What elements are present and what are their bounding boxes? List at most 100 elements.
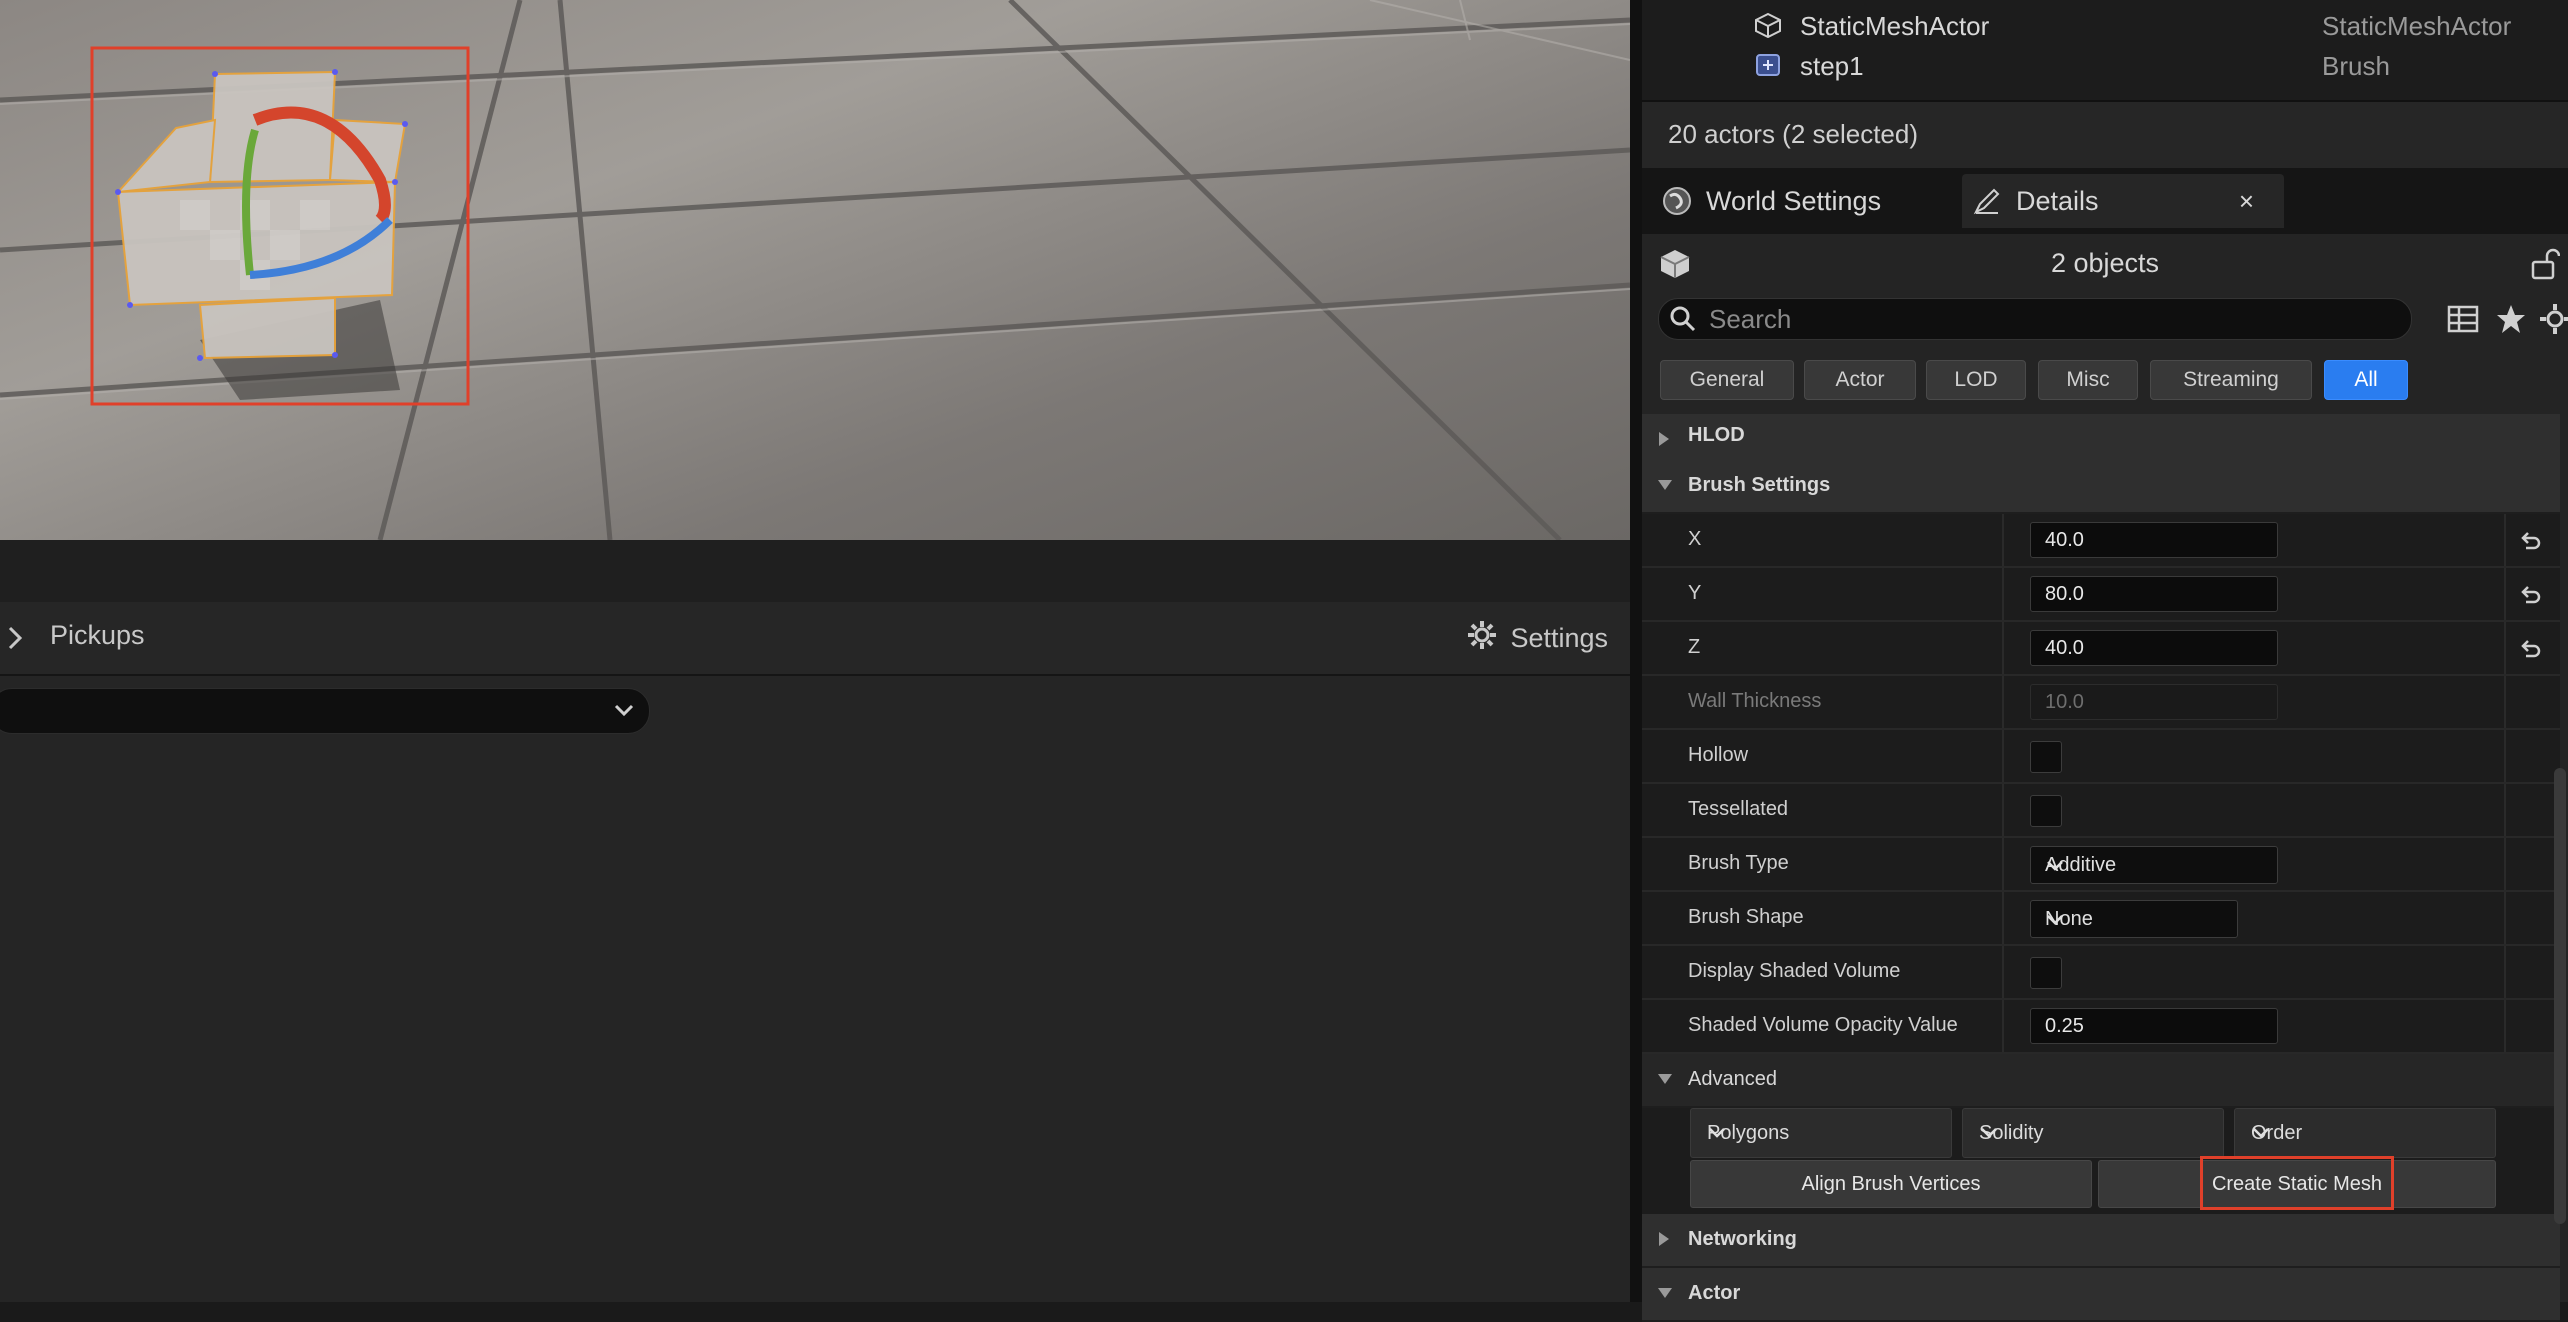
- star-icon[interactable]: [2494, 302, 2528, 336]
- property-label: Brush Type: [1688, 852, 1789, 874]
- column-divider: [2002, 1000, 2004, 1052]
- pencil-icon: [1972, 186, 2002, 216]
- column-divider: [2002, 784, 2004, 836]
- category-networking[interactable]: Networking: [1642, 1214, 2560, 1268]
- shaded-volume-opacity-field[interactable]: 0.25: [2030, 1008, 2278, 1044]
- tab-world-settings[interactable]: World Settings: [1652, 174, 1962, 228]
- gear-icon[interactable]: [2538, 302, 2568, 336]
- hollow-checkbox[interactable]: [2030, 741, 2062, 773]
- column-divider: [2002, 514, 2004, 566]
- polygons-dropdown[interactable]: Polygons: [1690, 1108, 1952, 1158]
- category-label: Brush Settings: [1688, 474, 1831, 496]
- triangle-right-icon: [1656, 430, 1672, 454]
- display-shaded-volume-checkbox[interactable]: [2030, 957, 2062, 989]
- property-row-x: X 40.0: [1642, 514, 2560, 568]
- tessellated-checkbox[interactable]: [2030, 795, 2062, 827]
- property-row-brush-type: Brush Type Additive: [1642, 838, 2560, 892]
- column-divider: [2504, 514, 2506, 566]
- outliner-item-name: step1: [1800, 51, 1864, 81]
- property-label: Brush Shape: [1688, 906, 1804, 928]
- category-advanced[interactable]: Advanced: [1642, 1054, 2560, 1108]
- content-panel: Pickups Settings: [0, 602, 1630, 1302]
- panel-splitter[interactable]: [1630, 0, 1642, 1302]
- outliner-item-type: Brush: [2322, 51, 2390, 81]
- filter-all[interactable]: All: [2324, 360, 2408, 400]
- settings-button[interactable]: Settings: [1466, 618, 1608, 658]
- chevron-down-icon: [2251, 1124, 2479, 1147]
- tab-details[interactable]: Details ×: [1962, 174, 2284, 228]
- category-label: Networking: [1688, 1228, 1797, 1250]
- unlock-icon[interactable]: [2530, 248, 2561, 284]
- column-divider: [2002, 676, 2004, 728]
- object-count: 2 objects: [2050, 248, 2160, 278]
- panel-combo-box[interactable]: [0, 688, 650, 734]
- outliner-status-bar: 20 actors (2 selected): [1642, 100, 2568, 168]
- brush-shape-dropdown[interactable]: None: [2030, 900, 2238, 938]
- tab-label: Details: [2016, 185, 2099, 216]
- column-divider: [2504, 676, 2506, 728]
- close-icon[interactable]: ×: [2239, 186, 2254, 217]
- order-dropdown[interactable]: Order: [2234, 1108, 2496, 1158]
- category-hlod[interactable]: HLOD: [1642, 414, 2560, 462]
- search-icon: [1669, 305, 1697, 337]
- column-divider: [2504, 1000, 2506, 1052]
- property-row-brush-shape: Brush Shape None: [1642, 892, 2560, 946]
- property-row-z: Z 40.0: [1642, 622, 2560, 676]
- property-row-hollow: Hollow: [1642, 730, 2560, 784]
- property-label: Display Shaded Volume: [1688, 960, 1901, 982]
- chevron-right-icon[interactable]: [6, 624, 24, 652]
- triangle-down-icon: [1656, 1070, 1674, 1093]
- viewport-toolbar-gap: [0, 540, 1630, 602]
- column-divider: [2002, 838, 2004, 890]
- category-actor[interactable]: Actor: [1642, 1268, 2560, 1322]
- property-label: Wall Thickness: [1688, 690, 1822, 712]
- brush-type-dropdown[interactable]: Additive: [2030, 846, 2278, 884]
- details-filter-tabs: General Actor LOD Misc Streaming All: [1642, 360, 2568, 402]
- outliner-item-name: StaticMeshActor: [1800, 11, 1990, 41]
- filter-misc[interactable]: Misc: [2038, 360, 2138, 400]
- gear-icon: [1466, 619, 1498, 658]
- category-brush-settings[interactable]: Brush Settings: [1642, 460, 2560, 514]
- create-static-mesh-button[interactable]: Create Static Mesh: [2098, 1160, 2496, 1208]
- brush-icon: [1754, 52, 1780, 76]
- column-divider: [2504, 946, 2506, 998]
- triangle-down-icon: [1656, 1284, 1674, 1307]
- viewport-scene: [0, 0, 1630, 540]
- chevron-down-icon: [2045, 911, 2223, 934]
- chevron-down-icon: [1979, 1124, 2207, 1147]
- triangle-down-icon: [1656, 476, 1674, 499]
- align-brush-vertices-button[interactable]: Align Brush Vertices: [1690, 1160, 2092, 1208]
- x-value-field[interactable]: 40.0: [2030, 522, 2278, 558]
- column-divider: [2002, 622, 2004, 674]
- filter-general[interactable]: General: [1660, 360, 1794, 400]
- details-search-box[interactable]: [1658, 298, 2412, 340]
- outliner-row[interactable]: StaticMeshActor StaticMeshActor: [1642, 4, 2568, 44]
- category-label: HLOD: [1688, 424, 1745, 446]
- column-divider: [2002, 568, 2004, 620]
- y-value-field[interactable]: 80.0: [2030, 576, 2278, 612]
- property-label: Shaded Volume Opacity Value: [1688, 1014, 1958, 1036]
- reset-arrow-icon[interactable]: [2518, 636, 2542, 665]
- property-label: Tessellated: [1688, 798, 1789, 820]
- property-row-wall-thickness: Wall Thickness 10.0: [1642, 676, 2560, 730]
- outliner-row[interactable]: step1 Brush: [1642, 44, 2568, 84]
- z-value-field[interactable]: 40.0: [2030, 630, 2278, 666]
- outliner-item-type: StaticMeshActor: [2322, 11, 2512, 41]
- filter-streaming[interactable]: Streaming: [2150, 360, 2312, 400]
- reset-arrow-icon[interactable]: [2518, 528, 2542, 557]
- category-label: Advanced: [1688, 1068, 1777, 1090]
- filter-lod[interactable]: LOD: [1926, 360, 2026, 400]
- search-input[interactable]: [1707, 303, 2391, 335]
- table-view-icon[interactable]: [2446, 302, 2480, 336]
- chevron-down-icon: [1707, 1124, 1935, 1147]
- column-divider: [2504, 784, 2506, 836]
- solidity-dropdown[interactable]: Solidity: [1962, 1108, 2224, 1158]
- level-viewport[interactable]: [0, 0, 1630, 540]
- column-divider: [2504, 838, 2506, 890]
- reset-arrow-icon[interactable]: [2518, 582, 2542, 611]
- column-divider: [2504, 730, 2506, 782]
- triangle-right-icon: [1656, 1230, 1672, 1254]
- details-panel: 2 objects General Actor LOD Misc Streami…: [1642, 234, 2568, 1322]
- details-scrollbar[interactable]: [2554, 768, 2566, 1224]
- filter-actor[interactable]: Actor: [1804, 360, 1916, 400]
